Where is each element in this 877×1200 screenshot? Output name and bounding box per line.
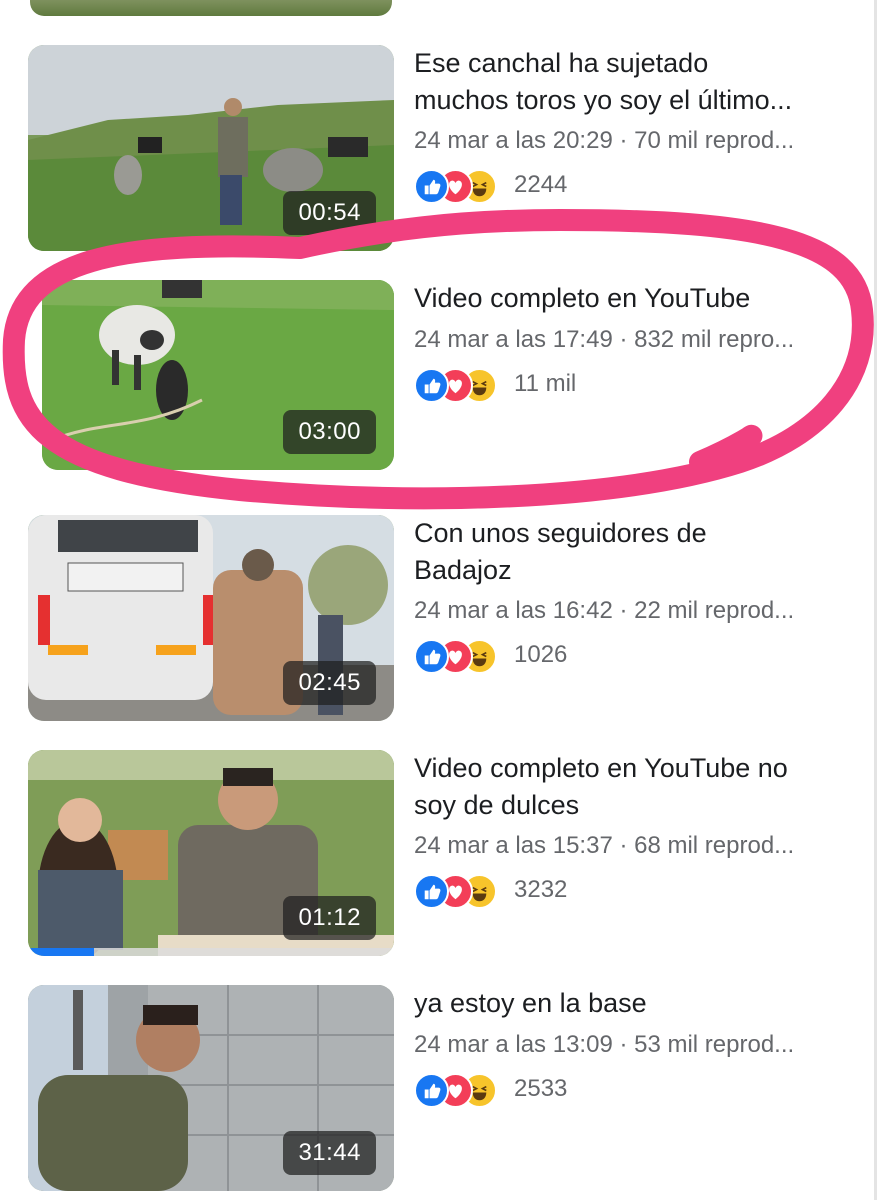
video-list-item[interactable]: 02:45 Con unos seguidores de Badajoz 24 … <box>0 515 877 725</box>
video-meta: 24 mar a las 20:29 · 70 mil reprod... <box>414 127 795 154</box>
video-meta: 24 mar a las 13:09 · 53 mil reprod... <box>414 1031 795 1058</box>
video-title[interactable]: Ese canchal ha sujetado muchos toros yo … <box>414 45 854 119</box>
like-icon <box>414 169 449 204</box>
video-title[interactable]: Video completo en YouTube no soy de dulc… <box>414 750 854 824</box>
like-icon <box>414 874 449 909</box>
reactions-summary[interactable]: 11 mil <box>414 366 577 403</box>
reactions-count: 1026 <box>514 641 568 668</box>
video-list-item[interactable]: 03:00 Video completo en YouTube 24 mar a… <box>0 280 877 490</box>
watch-progress-bar <box>28 948 394 956</box>
watch-progress-fill <box>28 948 94 956</box>
video-list-item[interactable]: 31:44 ya estoy en la base 24 mar a las 1… <box>0 985 877 1195</box>
video-duration: 03:00 <box>283 410 376 454</box>
like-icon <box>414 639 449 674</box>
reactions-summary[interactable]: 1026 <box>414 637 568 674</box>
video-list-item[interactable]: 00:54 Ese canchal ha sujetado muchos tor… <box>0 45 877 255</box>
video-duration: 02:45 <box>283 661 376 705</box>
reactions-summary[interactable]: 2533 <box>414 1071 568 1108</box>
video-duration: 31:44 <box>283 1131 376 1175</box>
reactions-count: 11 mil <box>514 370 577 397</box>
video-title[interactable]: Video completo en YouTube <box>414 280 854 317</box>
reactions-count: 2244 <box>514 171 568 198</box>
video-thumbnail[interactable]: 02:45 <box>28 515 394 721</box>
video-thumbnail[interactable]: 01:12 <box>28 750 394 956</box>
video-list-item[interactable]: 01:12 Video completo en YouTube no soy d… <box>0 750 877 960</box>
like-icon <box>414 1073 449 1108</box>
reactions-summary[interactable]: 3232 <box>414 872 568 909</box>
reactions-count: 3232 <box>514 876 568 903</box>
video-title[interactable]: ya estoy en la base <box>414 985 854 1022</box>
video-meta: 24 mar a las 17:49 · 832 mil repro... <box>414 326 795 353</box>
reactions-count: 2533 <box>514 1075 568 1102</box>
video-title[interactable]: Con unos seguidores de Badajoz <box>414 515 854 589</box>
video-meta: 24 mar a las 15:37 · 68 mil reprod... <box>414 832 795 859</box>
previous-video-thumbnail[interactable] <box>30 0 392 16</box>
video-duration: 01:12 <box>283 896 376 940</box>
video-thumbnail[interactable]: 31:44 <box>28 985 394 1191</box>
video-duration: 00:54 <box>283 191 376 235</box>
video-thumbnail[interactable]: 03:00 <box>42 280 394 470</box>
reactions-summary[interactable]: 2244 <box>414 167 568 204</box>
video-meta: 24 mar a las 16:42 · 22 mil reprod... <box>414 597 795 624</box>
video-thumbnail[interactable]: 00:54 <box>28 45 394 251</box>
like-icon <box>414 368 449 403</box>
